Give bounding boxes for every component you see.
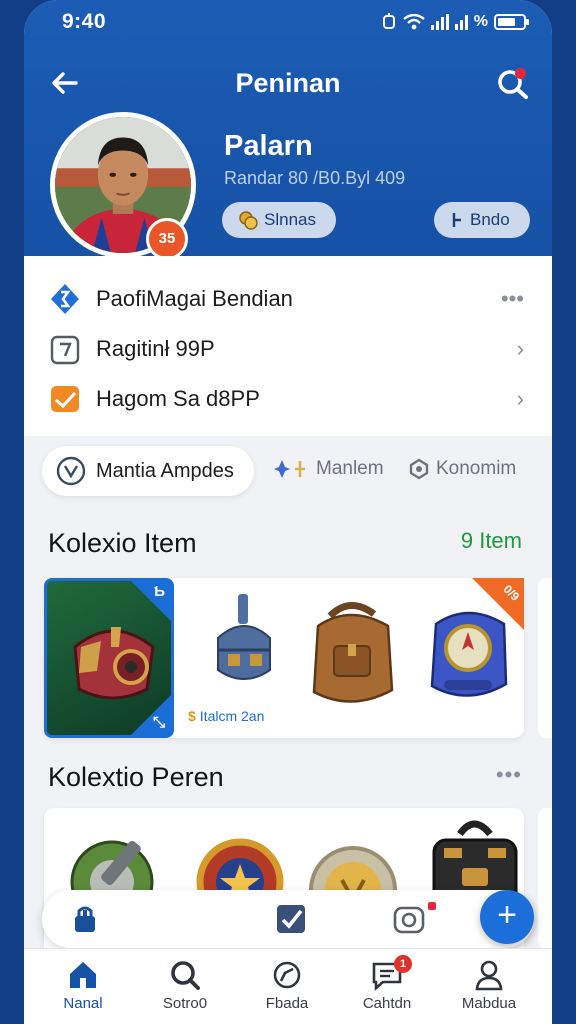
profile-menu: PaofiMagai Bendian ••• Ragitinł 99P › Ha… [24,256,552,436]
status-time: 9:40 [62,10,107,33]
explore-icon [273,961,301,989]
nav-explore[interactable]: Fbada [242,959,332,1012]
menu-label: PaofiMagai Bendian [96,286,293,311]
wifi-icon [403,14,425,30]
menu-label: Hagom Sa d8PP [96,386,260,411]
more-icon[interactable]: ••• [501,286,524,312]
alarm-icon [382,13,395,29]
profile-icon [475,960,503,991]
coin-icon [239,211,258,230]
filter-tabs: Mantia Ampdes Manlem Konomim [24,436,552,508]
section-title-people: Kolextio Peren [48,762,224,792]
nav-label: Nanal [63,995,103,1012]
armor-item [73,627,155,700]
nav-search[interactable]: Sotro0 [140,959,230,1012]
app-screen: 9:40 % Peninan 35 Palarn Randar 80 /B0.B… [24,0,552,1024]
nav-home[interactable]: Nanal [38,959,128,1012]
tab-konomim[interactable]: Konomim [408,458,516,480]
menu-item-register[interactable]: Ragitinł 99P › [24,324,552,374]
diamond-icon [51,284,79,314]
gear-icon [409,458,429,480]
coins-button[interactable]: Slnnas [222,202,336,238]
mail-icon [51,386,79,412]
edit-icon [452,213,461,227]
flag-icon: Ƅ [154,583,165,600]
nav-label: Cahtdn [362,995,412,1012]
signal-icon-2 [454,14,468,30]
checkbox-icon[interactable] [274,902,308,936]
menu-item-messages[interactable]: Hagom Sa d8PP › [24,374,552,424]
profile-header: 9:40 % Peninan 35 Palarn Randar 80 /B0.B… [24,0,552,260]
notification-dot [515,68,526,79]
box-icon [50,335,80,365]
action-bar [42,890,534,948]
nav-label: Fbada [265,995,309,1012]
signal-icon [430,14,449,30]
sparkle-icon [274,460,305,478]
nav-label: Sotro0 [162,995,208,1012]
expand-icon[interactable]: ⤡ [153,714,165,731]
selected-item-card[interactable]: Ƅ ⤡ [44,578,174,738]
add-button[interactable]: + [480,890,534,944]
search-button[interactable] [494,64,532,102]
search-icon [171,961,200,990]
battery-percent: % [473,13,488,30]
shield-icon [56,456,86,486]
search-icon [498,70,528,99]
tab-label: Mantia Ampdes [96,459,234,482]
notification-dot [428,902,436,910]
status-icons: % [381,13,529,31]
helmet-item[interactable] [204,592,284,702]
next-card-peek[interactable] [538,578,552,738]
compass-pack-item[interactable] [418,594,518,714]
lock-icon[interactable] [68,902,102,936]
nav-chat[interactable]: 1 Cahtdn [342,955,432,1012]
tab-manlem[interactable]: Manlem [274,458,384,480]
page-title: Peninan [235,68,341,98]
item-count[interactable]: 9 Item [461,528,522,554]
edit-profile-button[interactable]: Bndo [434,202,530,238]
level-badge: 35 [146,218,188,260]
camera-icon[interactable] [392,902,426,936]
nav-profile[interactable]: Mabdua [444,959,534,1012]
home-icon [70,962,96,988]
next-card-peek[interactable] [538,808,552,948]
status-bar: 9:40 % [62,10,529,34]
item-caption-label: Italcm 2an [199,708,265,724]
profile-name: Palarn [224,130,313,162]
more-icon[interactable]: ••• [496,762,522,788]
chevron-right-icon: › [516,386,524,411]
chat-badge: 1 [394,955,412,973]
item-caption: $ Italcm 2an [188,708,264,724]
tab-label: Konomim [436,458,517,479]
ribbon-label: 0/9 [500,582,523,604]
section-title-items: Kolexio Item [48,528,197,558]
edit-label: Bndo [470,210,510,229]
backpack-item[interactable] [300,592,400,712]
chevron-right-icon: › [516,336,524,361]
profile-subtitle: Randar 80 /B0.Byl 409 [224,168,406,188]
coins-label: Slnnas [264,210,316,229]
bottom-navigation: Nanal Sotro0 Fbada 1 Cahtdn Mabdua [24,948,552,1024]
tab-mantia-ampdes[interactable]: Mantia Ampdes [42,446,254,496]
battery-icon [494,14,529,30]
nav-label: Mabdua [461,995,517,1012]
tab-label: Manlem [316,458,384,479]
coin-icon: $ [188,708,196,724]
menu-item-membership[interactable]: PaofiMagai Bendian ••• [24,274,552,324]
menu-label: Ragitinł 99P [96,336,215,361]
